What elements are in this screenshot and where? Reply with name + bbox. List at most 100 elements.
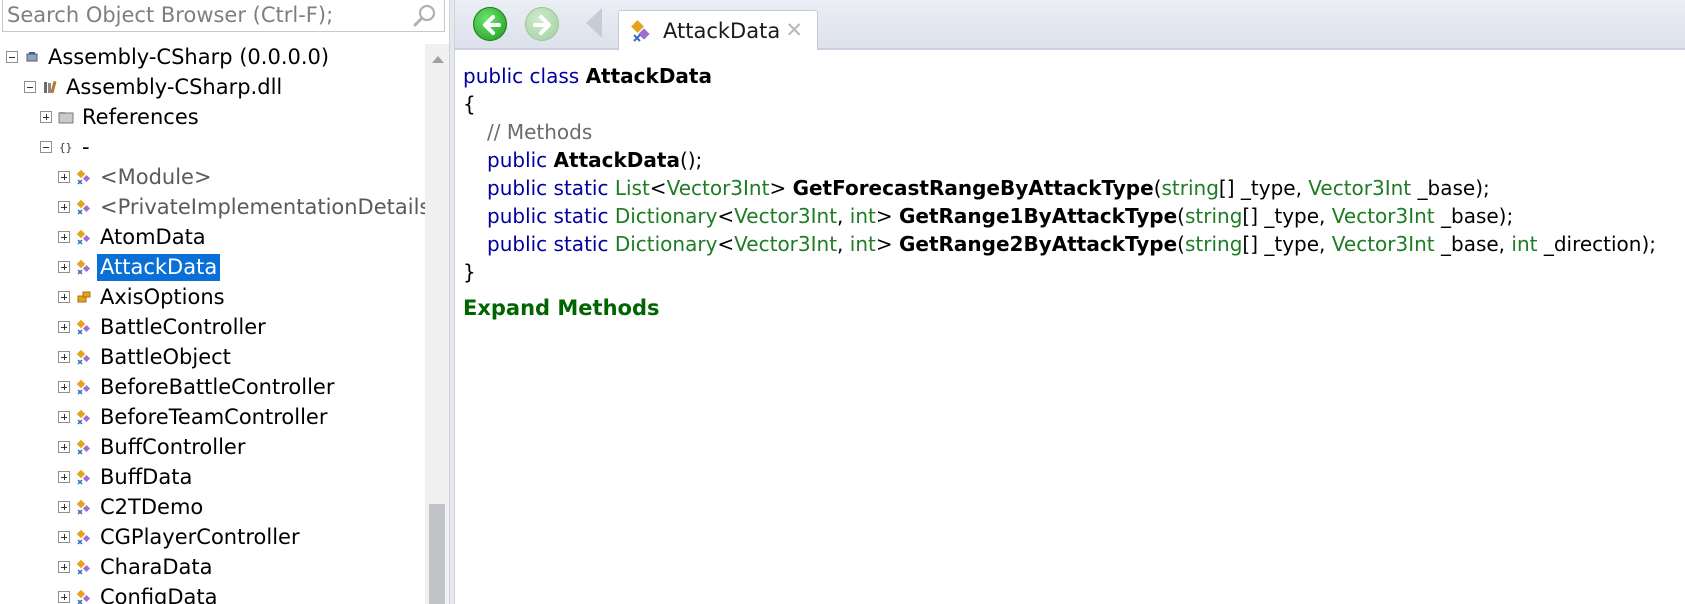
tree-item[interactable]: AxisOptions xyxy=(58,282,228,312)
expand-toggle-icon[interactable] xyxy=(58,351,70,363)
param-text: [] _type, xyxy=(1242,204,1332,228)
tree-item[interactable]: <Module> xyxy=(58,162,215,192)
tree-item[interactable]: {} - xyxy=(40,132,93,162)
expand-toggle-icon[interactable] xyxy=(58,471,70,483)
tree-item[interactable]: ConfigData xyxy=(58,582,221,604)
assembly-icon xyxy=(24,49,40,65)
type-link[interactable]: Dictionary xyxy=(615,204,718,228)
tree-item-label[interactable]: CharaData xyxy=(97,554,216,581)
expand-toggle-icon[interactable] xyxy=(58,261,70,273)
search-icon[interactable] xyxy=(412,3,438,29)
tree-item[interactable]: AtomData xyxy=(58,222,209,252)
scrollbar-thumb[interactable] xyxy=(429,504,445,604)
type-link[interactable]: string xyxy=(1185,232,1242,256)
tree-item[interactable]: BuffData xyxy=(58,462,195,492)
class-icon xyxy=(76,319,92,335)
tree-item[interactable]: BattleController xyxy=(58,312,269,342)
tree-item[interactable]: AttackData xyxy=(58,252,221,282)
type-link[interactable]: Vector3Int xyxy=(734,204,837,228)
tree-item-label[interactable]: AtomData xyxy=(97,224,209,251)
scroll-up-arrow-icon[interactable] xyxy=(432,56,444,63)
tab-close-button[interactable]: ✕ xyxy=(785,18,803,42)
expand-toggle-icon[interactable] xyxy=(58,591,70,603)
enum-icon xyxy=(76,289,92,305)
class-icon xyxy=(76,409,92,425)
tree-item[interactable]: <PrivateImplementationDetails xyxy=(58,192,425,222)
type-link[interactable]: int xyxy=(1511,232,1537,256)
tree-item-label[interactable]: AttackData xyxy=(97,253,221,281)
tree-item-label[interactable]: Assembly-CSharp.dll xyxy=(63,74,285,101)
expand-toggle-icon[interactable] xyxy=(58,231,70,243)
type-link[interactable]: int xyxy=(850,232,876,256)
tree-item[interactable]: BuffController xyxy=(58,432,248,462)
keyword: public xyxy=(463,64,524,88)
type-link[interactable]: List xyxy=(615,176,650,200)
expand-toggle-icon[interactable] xyxy=(58,171,70,183)
search-box[interactable] xyxy=(2,0,445,32)
keyword: public xyxy=(487,148,548,172)
tree-item-label[interactable]: BeforeTeamController xyxy=(97,404,330,431)
tree-item[interactable]: References xyxy=(40,102,202,132)
punctuation: (); xyxy=(679,148,703,172)
collapse-toggle-icon[interactable] xyxy=(24,81,36,93)
collapse-toggle-icon[interactable] xyxy=(40,141,52,153)
expand-toggle-icon[interactable] xyxy=(58,411,70,423)
tree-item-label[interactable]: BeforeBattleController xyxy=(97,374,337,401)
type-link[interactable]: Vector3Int xyxy=(1332,232,1435,256)
expand-toggle-icon[interactable] xyxy=(58,531,70,543)
expand-toggle-icon[interactable] xyxy=(40,111,52,123)
tree-item-label[interactable]: BuffData xyxy=(97,464,195,491)
keyword: public xyxy=(487,176,548,200)
method-name[interactable]: GetForecastRangeByAttackType xyxy=(793,176,1154,200)
history-dropdown-arrow-icon[interactable] xyxy=(586,8,602,38)
constructor-name[interactable]: AttackData xyxy=(554,148,680,172)
type-link[interactable]: Dictionary xyxy=(615,232,718,256)
forward-button[interactable] xyxy=(525,7,559,41)
search-input[interactable] xyxy=(7,2,407,28)
tab-attackdata[interactable]: AttackData ✕ xyxy=(618,10,818,50)
type-link[interactable]: int xyxy=(850,204,876,228)
tree-item-label[interactable]: C2TDemo xyxy=(97,494,206,521)
tree-item-label[interactable]: BattleController xyxy=(97,314,269,341)
tree-item-label[interactable]: <PrivateImplementationDetails xyxy=(97,194,425,221)
tree-item-label[interactable]: References xyxy=(79,104,202,131)
expand-toggle-icon[interactable] xyxy=(58,501,70,513)
method-name[interactable]: GetRange2ByAttackType xyxy=(899,232,1177,256)
back-button[interactable] xyxy=(473,7,507,41)
type-link[interactable]: string xyxy=(1185,204,1242,228)
tree-item-label[interactable]: ConfigData xyxy=(97,584,221,604)
type-link[interactable]: Vector3Int xyxy=(1332,204,1435,228)
type-link[interactable]: Vector3Int xyxy=(1308,176,1411,200)
tree-item-label[interactable]: - xyxy=(79,134,93,161)
tree-item[interactable]: Assembly-CSharp.dll xyxy=(24,72,285,102)
tree-item[interactable]: CharaData xyxy=(58,552,216,582)
tree-item[interactable]: C2TDemo xyxy=(58,492,206,522)
tree-item-label[interactable]: Assembly-CSharp (0.0.0.0) xyxy=(45,44,332,71)
vertical-scrollbar[interactable] xyxy=(425,44,449,604)
tree-item-label[interactable]: CGPlayerController xyxy=(97,524,303,551)
expand-methods-link[interactable]: Expand Methods xyxy=(463,294,659,322)
tree-item-label[interactable]: BattleObject xyxy=(97,344,234,371)
expand-toggle-icon[interactable] xyxy=(58,291,70,303)
collapse-toggle-icon[interactable] xyxy=(6,51,18,63)
method-name[interactable]: GetRange1ByAttackType xyxy=(899,204,1177,228)
pane-splitter[interactable] xyxy=(449,0,455,604)
expand-toggle-icon[interactable] xyxy=(58,201,70,213)
class-icon xyxy=(76,469,92,485)
expand-toggle-icon[interactable] xyxy=(58,441,70,453)
type-link[interactable]: Vector3Int xyxy=(667,176,770,200)
dll-library-icon xyxy=(42,79,58,95)
tree-item[interactable]: BeforeTeamController xyxy=(58,402,330,432)
expand-toggle-icon[interactable] xyxy=(58,381,70,393)
tree-item[interactable]: BeforeBattleController xyxy=(58,372,337,402)
tree-item[interactable]: BattleObject xyxy=(58,342,234,372)
tree-item-label[interactable]: BuffController xyxy=(97,434,248,461)
tree-item[interactable]: CGPlayerController xyxy=(58,522,303,552)
tree-item[interactable]: Assembly-CSharp (0.0.0.0) xyxy=(6,44,332,72)
expand-toggle-icon[interactable] xyxy=(58,321,70,333)
type-link[interactable]: Vector3Int xyxy=(734,232,837,256)
type-link[interactable]: string xyxy=(1162,176,1219,200)
tree-item-label[interactable]: <Module> xyxy=(97,164,215,191)
tree-item-label[interactable]: AxisOptions xyxy=(97,284,228,311)
expand-toggle-icon[interactable] xyxy=(58,561,70,573)
